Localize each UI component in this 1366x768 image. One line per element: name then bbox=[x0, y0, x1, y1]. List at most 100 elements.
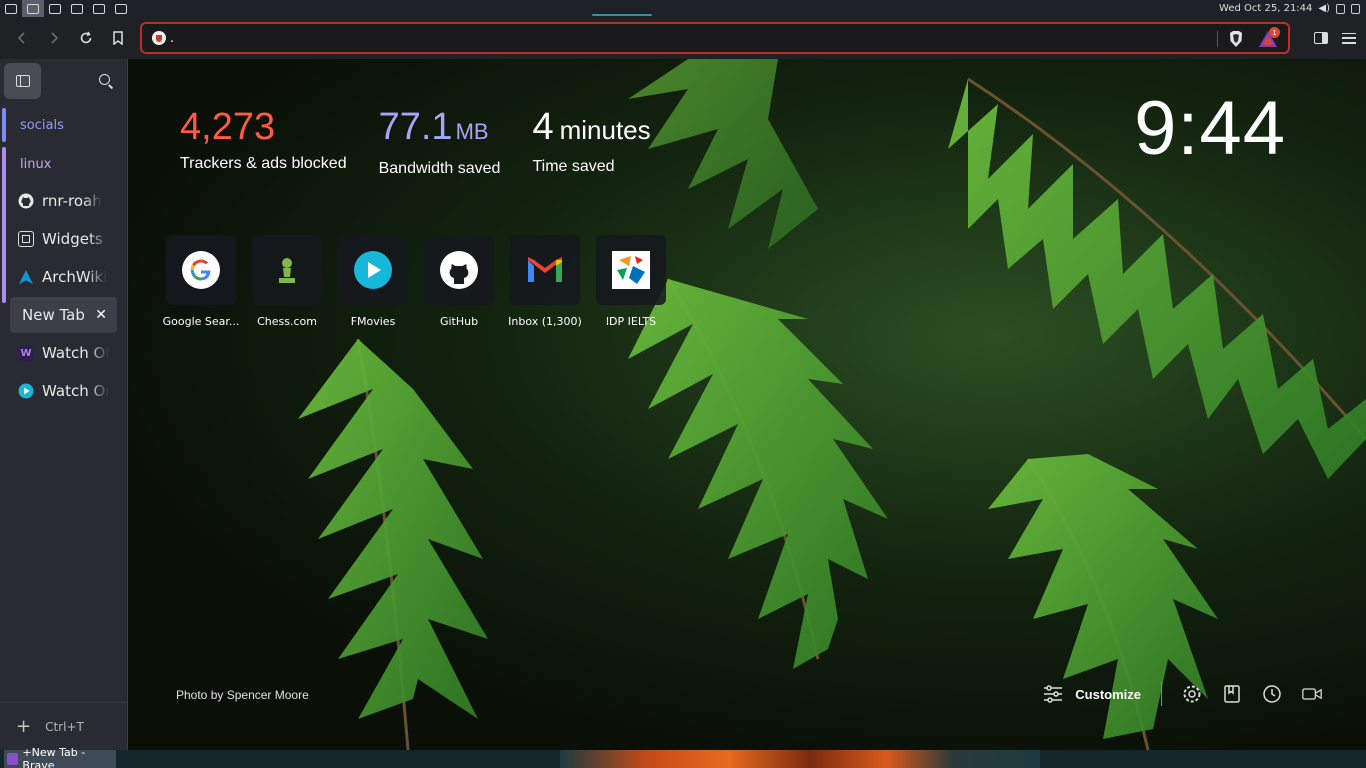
bookmark-icon bbox=[113, 31, 123, 45]
top-site-name: Chess.com bbox=[257, 315, 317, 328]
new-tab-shortcut: Ctrl+T bbox=[45, 719, 84, 734]
address-bar[interactable]: 1 bbox=[140, 22, 1290, 54]
trackers-label: Trackers & ads blocked bbox=[180, 155, 347, 172]
group-label[interactable]: socials bbox=[0, 108, 127, 142]
new-tab-button[interactable]: + Ctrl+T bbox=[0, 702, 127, 750]
forward-arrow-icon bbox=[51, 32, 59, 44]
top-sites: Google Sear... Chess.com FMovies GitHub … bbox=[163, 235, 666, 328]
top-site-name: Inbox (1,300) bbox=[508, 315, 582, 328]
back-arrow-icon bbox=[17, 32, 25, 44]
tab-group-socials[interactable]: socials bbox=[0, 108, 127, 142]
terminal-workspace-icon[interactable] bbox=[0, 0, 22, 17]
system-datetime[interactable]: Wed Oct 25, 21:44 bbox=[1219, 3, 1312, 14]
close-tab-icon[interactable]: ✕ bbox=[95, 307, 107, 323]
rewards-badge: 1 bbox=[1269, 27, 1280, 38]
tab-label: Watch ON bbox=[42, 344, 109, 362]
top-site-name: FMovies bbox=[350, 315, 396, 328]
brave-talk-video-icon[interactable] bbox=[1302, 684, 1322, 704]
top-site-tile[interactable]: GitHub bbox=[424, 235, 494, 328]
brave-shields-icon[interactable] bbox=[1228, 30, 1244, 48]
hamburger-menu-icon[interactable] bbox=[1342, 32, 1356, 44]
vertical-tabs-sidebar: socials linux rnr-roah Widgets f ArchWik… bbox=[0, 59, 128, 750]
url-input[interactable] bbox=[170, 30, 1070, 46]
reload-button[interactable] bbox=[70, 22, 102, 54]
brave-stats: 4,273 Trackers & ads blocked 77.1 MB Band… bbox=[180, 105, 651, 178]
tab-archwiki[interactable]: ArchWiki bbox=[10, 259, 117, 295]
volume-icon[interactable]: ◀) bbox=[1318, 3, 1330, 14]
tab-new-tab-active[interactable]: New Tab ✕ bbox=[10, 297, 117, 333]
photo-credit[interactable]: Photo by Spencer Moore bbox=[176, 688, 309, 702]
search-tabs-icon[interactable] bbox=[99, 74, 113, 88]
time-saved-stat: 4 minutes Time saved bbox=[532, 105, 650, 178]
w-icon: W bbox=[18, 345, 34, 361]
battery-icon[interactable] bbox=[1336, 3, 1345, 14]
controls-divider bbox=[1161, 682, 1162, 706]
tab-label: rnr-roah bbox=[42, 192, 102, 210]
bandwidth-value: 77.1 MB bbox=[378, 106, 489, 148]
sidebar-toggle-button[interactable] bbox=[4, 63, 41, 99]
tab-watch-on-2[interactable]: Watch On bbox=[10, 373, 117, 409]
bandwidth-label: Bandwidth saved bbox=[378, 160, 501, 177]
settings-gear-icon[interactable] bbox=[1182, 684, 1202, 704]
sliders-icon bbox=[1044, 685, 1063, 703]
reload-icon bbox=[80, 31, 92, 44]
top-site-tile[interactable]: FMovies bbox=[338, 235, 408, 328]
brave-workspace-icon[interactable] bbox=[22, 0, 44, 17]
new-tab-page: 4,273 Trackers & ads blocked 77.1 MB Band… bbox=[128, 59, 1366, 750]
time-saved-value: 4 minutes bbox=[532, 106, 651, 148]
top-site-tile[interactable]: IDP IELTS bbox=[596, 235, 666, 328]
history-icon[interactable] bbox=[1262, 684, 1282, 704]
top-site-name: GitHub bbox=[439, 315, 479, 328]
taskbar-wallpaper-strip bbox=[560, 750, 1040, 768]
group-label[interactable]: linux bbox=[0, 147, 127, 181]
top-site-name: Google Sear... bbox=[162, 315, 240, 328]
sidebar-icon bbox=[15, 75, 30, 87]
bookmarks-icon[interactable] bbox=[1222, 684, 1242, 704]
idp-icon bbox=[612, 251, 650, 289]
tab-widgets[interactable]: Widgets f bbox=[10, 221, 117, 257]
back-button[interactable] bbox=[6, 22, 38, 54]
system-taskbar: +New Tab - Brave bbox=[0, 746, 1366, 768]
play-icon bbox=[18, 383, 34, 399]
google-icon bbox=[182, 251, 220, 289]
group-color-bar bbox=[2, 147, 6, 303]
clock: 9:44 bbox=[1134, 86, 1286, 171]
fmovies-icon bbox=[354, 251, 392, 289]
group-color-bar bbox=[2, 108, 6, 142]
side-panel-icon[interactable] bbox=[1314, 32, 1328, 44]
taskbar-window-brave[interactable]: +New Tab - Brave bbox=[4, 746, 116, 768]
ntp-controls: Customize bbox=[1043, 682, 1322, 706]
tab-label: Widgets f bbox=[42, 230, 109, 248]
browser-toolbar: 1 bbox=[0, 17, 1366, 59]
address-bar-divider bbox=[1217, 31, 1218, 47]
photo-author[interactable]: Spencer Moore bbox=[227, 688, 309, 702]
git-workspace-icon[interactable] bbox=[44, 0, 66, 17]
tab-label: ArchWiki bbox=[42, 268, 108, 286]
plus-icon: + bbox=[16, 716, 32, 737]
top-site-tile[interactable]: Chess.com bbox=[252, 235, 322, 328]
tab-label: Watch On bbox=[42, 382, 109, 400]
chess-icon bbox=[279, 258, 295, 283]
archwiki-icon bbox=[18, 269, 34, 285]
popcorn-workspace-icon[interactable] bbox=[110, 0, 132, 17]
tab-group-linux[interactable]: linux rnr-roah Widgets f ArchWiki bbox=[0, 147, 127, 303]
top-site-tile[interactable]: Inbox (1,300) bbox=[508, 235, 582, 328]
top-site-tile[interactable]: Google Sear... bbox=[163, 235, 239, 328]
trackers-count: 4,273 bbox=[180, 106, 276, 148]
power-icon[interactable] bbox=[1351, 3, 1360, 14]
folder-workspace-icon[interactable] bbox=[66, 0, 88, 17]
tab-watch-on-1[interactable]: W Watch ON bbox=[10, 335, 117, 371]
github-icon bbox=[18, 193, 34, 209]
trackers-stat: 4,273 Trackers & ads blocked bbox=[180, 105, 347, 178]
site-info-icon[interactable] bbox=[152, 31, 166, 45]
forward-button[interactable] bbox=[38, 22, 70, 54]
bandwidth-stat: 77.1 MB Bandwidth saved bbox=[379, 105, 501, 178]
tab-rnr-roah[interactable]: rnr-roah bbox=[10, 183, 117, 219]
bookmark-button[interactable] bbox=[102, 22, 134, 54]
inbox-workspace-icon[interactable] bbox=[88, 0, 110, 17]
brave-rewards-button[interactable]: 1 bbox=[1258, 27, 1280, 48]
system-top-bar: Wed Oct 25, 21:44 ◀) bbox=[0, 0, 1366, 17]
time-saved-label: Time saved bbox=[532, 158, 615, 175]
customize-button[interactable]: Customize bbox=[1043, 685, 1141, 703]
github-icon bbox=[440, 251, 478, 289]
